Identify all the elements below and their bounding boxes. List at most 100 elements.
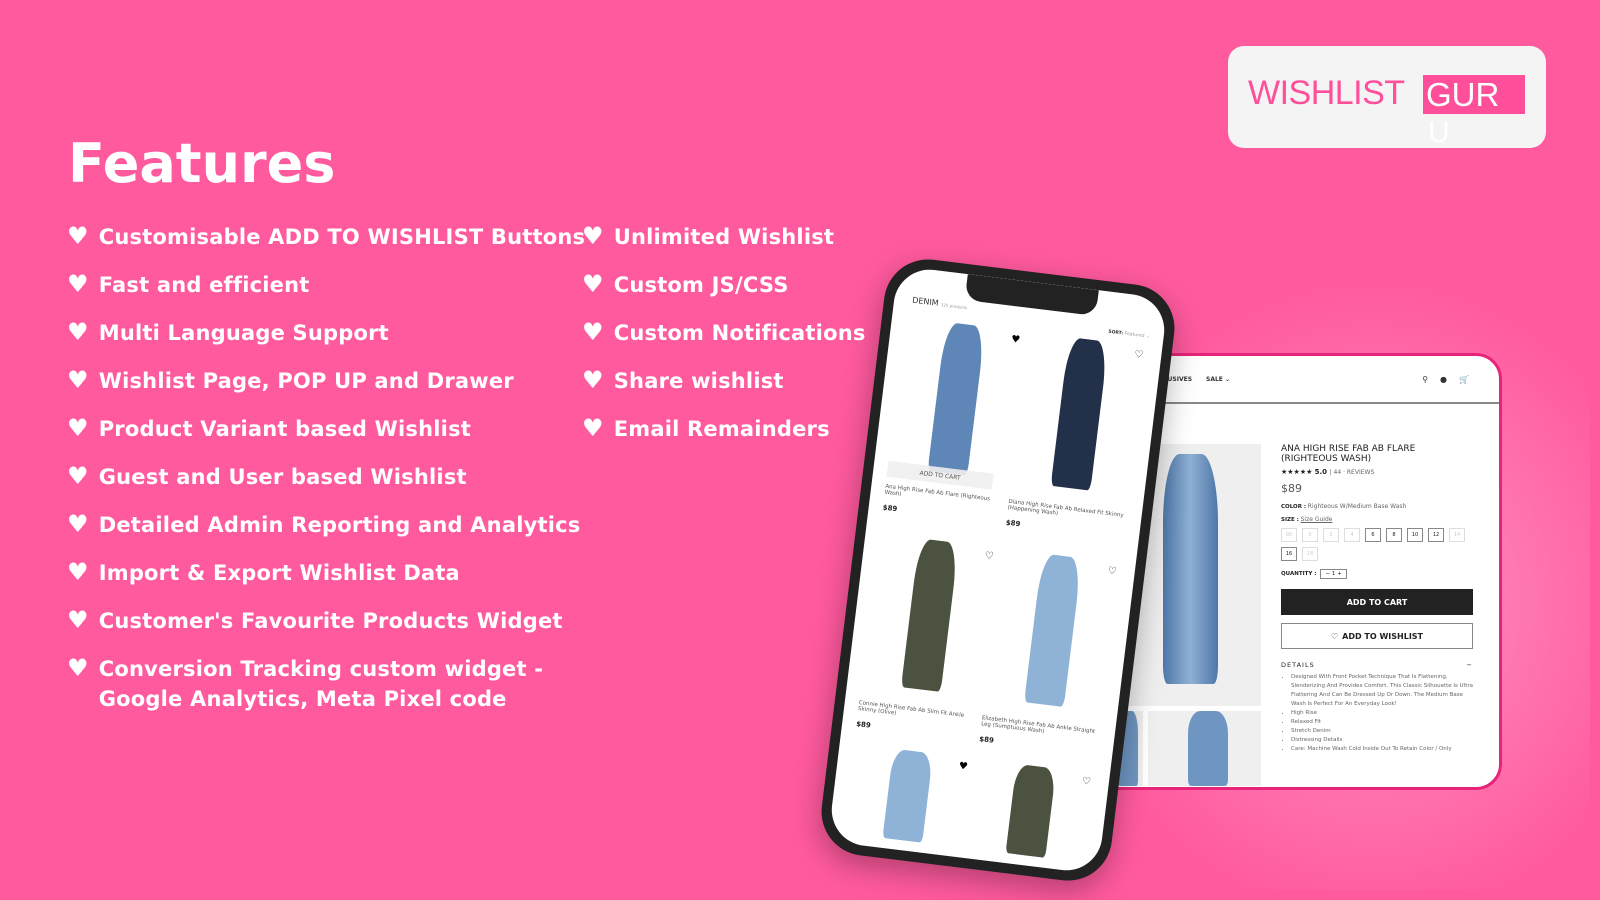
feature-item: ♥ Custom Notifications <box>582 318 866 348</box>
detail-item: Relaxed Fit <box>1291 718 1473 727</box>
feature-label: Product Variant based Wishlist <box>98 417 472 441</box>
size-option[interactable]: 18 <box>1302 547 1318 561</box>
heart-icon: ♥ <box>582 366 604 394</box>
detail-item: Distressing Details <box>1291 736 1473 745</box>
wishlist-heart-icon[interactable]: ♡ <box>1107 565 1117 577</box>
product-card[interactable]: ♡ Diana High Rise Fab Ab Relaxed Fit Skin… <box>1003 332 1144 560</box>
size-option[interactable]: 4 <box>1344 528 1360 542</box>
product-price: $89 <box>882 503 898 514</box>
size-option[interactable]: 8 <box>1386 528 1402 542</box>
feature-item: ♥ Product Variant based Wishlist <box>67 414 471 444</box>
heart-icon: ♥ <box>67 270 89 298</box>
wishlist-heart-icon[interactable]: ♥ <box>958 761 968 773</box>
size-guide-link[interactable]: Size Guide <box>1301 516 1333 523</box>
feature-label: Detailed Admin Reporting and Analytics <box>98 513 581 537</box>
page-title: Features <box>68 132 336 195</box>
feature-item: ♥ Share wishlist <box>582 366 784 396</box>
add-to-wishlist-button[interactable]: ♡ ADD TO WISHLIST <box>1281 623 1473 649</box>
wishlist-heart-icon[interactable]: ♥ <box>1011 334 1021 346</box>
rating[interactable]: ★★★★★ 5.0 | 44 · REVIEWS <box>1281 468 1473 476</box>
feature-item: ♥ Detailed Admin Reporting and Analytics <box>67 510 580 540</box>
feature-label: Unlimited Wishlist <box>613 225 835 249</box>
user-icon[interactable]: ● <box>1440 375 1447 384</box>
feature-item: ♥ Unlimited Wishlist <box>582 222 834 252</box>
feature-item: ♥ Custom JS/CSS <box>582 270 789 300</box>
heart-icon: ♥ <box>67 606 89 634</box>
feature-label: Customisable ADD TO WISHLIST Buttons <box>98 225 586 249</box>
logo-gur-text: GUR <box>1423 75 1525 114</box>
feature-label: Fast and efficient <box>98 273 310 297</box>
product-card[interactable]: ♡ Connie High Rise Fab Ab Slim Fit Ankle … <box>853 533 994 761</box>
product-info: ANA HIGH RISE FAB AB FLARE (RIGHTEOUS WA… <box>1281 444 1473 754</box>
heart-icon: ♥ <box>67 414 89 442</box>
heart-icon: ♥ <box>67 654 89 682</box>
logo-u-text: U <box>1428 116 1450 149</box>
feature-item: ♥ Customer's Favourite Products Widget <box>67 606 563 636</box>
product-price: $89 <box>1005 518 1021 529</box>
feature-item: ♥ Fast and efficient <box>67 270 310 300</box>
size-option[interactable]: 12 <box>1428 528 1444 542</box>
wishlist-heart-icon[interactable]: ♡ <box>1134 349 1144 361</box>
details-toggle[interactable]: DETAILS − <box>1281 661 1473 669</box>
feature-item: ♥ Conversion Tracking custom widget - Goo… <box>67 654 543 714</box>
product-image[interactable] <box>870 535 985 706</box>
feature-item: ♥ Import & Export Wishlist Data <box>67 558 460 588</box>
heart-icon: ♥ <box>67 510 89 538</box>
size-option[interactable]: 00 <box>1281 528 1297 542</box>
product-thumbnail[interactable] <box>1148 711 1261 786</box>
feature-label: Custom Notifications <box>613 321 866 345</box>
product-image[interactable] <box>853 745 959 846</box>
feature-label: Custom JS/CSS <box>613 273 789 297</box>
price: $89 <box>1281 482 1302 495</box>
size-option[interactable]: 14 <box>1449 528 1465 542</box>
heart-icon: ♥ <box>67 366 89 394</box>
feature-item: ♥ Customisable ADD TO WISHLIST Buttons <box>67 222 585 252</box>
heart-icon: ♥ <box>67 222 89 250</box>
sort-dropdown[interactable]: SORT: Featured ⌄ <box>1108 330 1150 340</box>
feature-label: Guest and User based Wishlist <box>98 465 467 489</box>
phone-screen: DENIM 125 products SORT: Featured ⌄ ♥ ADD… <box>827 265 1169 875</box>
feature-item: ♥ Guest and User based Wishlist <box>67 462 467 492</box>
search-icon[interactable]: ⚲ <box>1422 375 1428 384</box>
size-option[interactable]: 6 <box>1365 528 1381 542</box>
stars-icon: ★★★★★ <box>1281 468 1313 476</box>
product-image[interactable] <box>976 760 1082 861</box>
wishlist-heart-icon[interactable]: ♡ <box>984 550 994 562</box>
product-title: ANA HIGH RISE FAB AB FLARE (RIGHTEOUS WA… <box>1281 444 1416 464</box>
product-card[interactable]: ♥ <box>843 744 969 847</box>
heart-icon: ♥ <box>582 270 604 298</box>
product-image[interactable] <box>993 550 1108 721</box>
product-price: $89 <box>978 735 995 745</box>
size-option[interactable]: 0 <box>1302 528 1318 542</box>
product-card[interactable]: ♡ Elizabeth High Rise Fab Ab Ankle Straig… <box>976 548 1117 776</box>
feature-item: ♥ Email Remainders <box>582 414 830 444</box>
size-option[interactable]: 16 <box>1281 547 1297 561</box>
product-card[interactable]: ♡ <box>966 759 1092 862</box>
heart-icon: ♥ <box>67 558 89 586</box>
feature-label: Share wishlist <box>613 369 784 393</box>
heart-icon: ♥ <box>67 318 89 346</box>
cart-icon[interactable]: 🛒 <box>1459 375 1469 384</box>
wishlist-heart-icon[interactable]: ♡ <box>1081 776 1091 788</box>
quantity-stepper[interactable]: − 1 + <box>1320 569 1347 579</box>
size-option[interactable]: 10 <box>1407 528 1423 542</box>
heart-icon: ♡ <box>1330 631 1339 641</box>
heart-icon: ♥ <box>582 222 604 250</box>
size-option[interactable]: 2 <box>1323 528 1339 542</box>
detail-item: Designed With Front Pocket Technique Tha… <box>1291 673 1473 709</box>
size-options: 00 0 2 4 6 8 10 12 14 16 18 <box>1281 528 1473 561</box>
feature-label: Wishlist Page, POP UP and Drawer <box>98 369 514 393</box>
heart-icon: ♥ <box>582 414 604 442</box>
feature-label: Email Remainders <box>613 417 830 441</box>
product-price: $89 <box>855 719 872 730</box>
nav-sale[interactable]: SALE ⌄ <box>1206 376 1230 383</box>
product-card[interactable]: ♥ ADD TO CART Ana High Rise Fab Ab Flare (… <box>880 317 1021 545</box>
heart-icon: ♥ <box>67 462 89 490</box>
feature-label: Import & Export Wishlist Data <box>98 561 460 585</box>
feature-label: Multi Language Support <box>98 321 389 345</box>
product-image[interactable] <box>1020 333 1135 504</box>
feature-label: Conversion Tracking custom widget - Goog… <box>98 657 544 711</box>
collection-title: DENIM 125 products <box>911 295 968 311</box>
add-to-cart-button[interactable]: ADD TO CART <box>1281 589 1473 615</box>
feature-item: ♥ Multi Language Support <box>67 318 389 348</box>
